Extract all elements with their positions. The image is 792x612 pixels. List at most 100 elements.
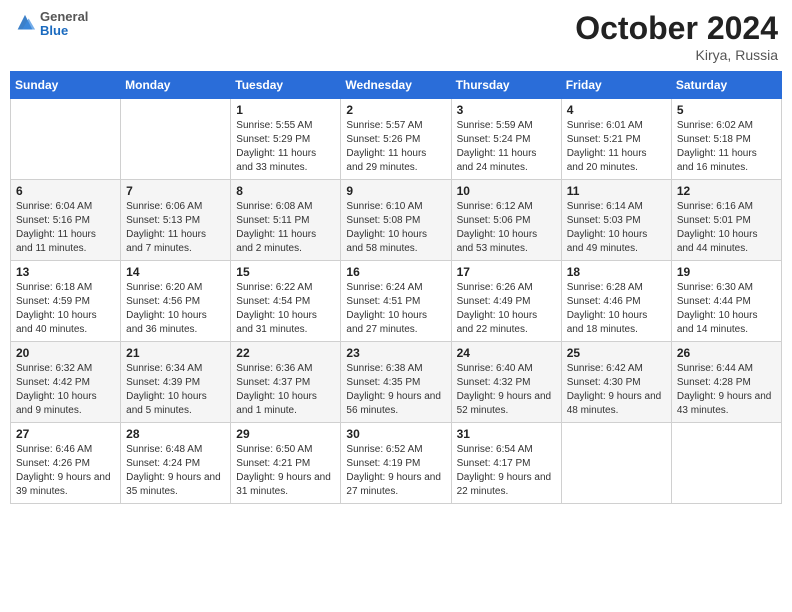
calendar-day-cell: 26Sunrise: 6:44 AM Sunset: 4:28 PM Dayli… — [671, 342, 781, 423]
calendar-day-cell: 27 Sunrise: 6:46 AM Sunset: 4:26 PM Dayli… — [11, 423, 121, 504]
day-info: Sunrise: 6:08 AM Sunset: 5:11 PM Dayligh… — [236, 200, 335, 256]
day-number: 29 — [236, 427, 335, 441]
calendar-day-cell: 9 Sunrise: 6:10 AM Sunset: 5:08 PM Daylig… — [341, 180, 451, 261]
weekday-header: Tuesday — [231, 72, 341, 99]
day-number: 19 — [677, 265, 776, 279]
day-info: Sunrise: 6:16 AM Sunset: 5:01 PM Dayligh… — [677, 200, 776, 256]
day-info: Sunrise: 6:14 AM Sunset: 5:03 PM Dayligh… — [567, 200, 666, 256]
calendar-day-cell: 15 Sunrise: 6:22 AM Sunset: 4:54 PM Dayli… — [231, 261, 341, 342]
calendar-day-cell — [11, 99, 121, 180]
day-info: Sunrise: 6:01 AM Sunset: 5:21 PM Dayligh… — [567, 119, 666, 175]
calendar-day-cell: 23 Sunrise: 6:38 AM Sunset: 4:35 PM Dayli… — [341, 342, 451, 423]
location: Kirya, Russia — [575, 47, 778, 63]
calendar-day-cell: 12 Sunrise: 6:16 AM Sunset: 5:01 PM Dayli… — [671, 180, 781, 261]
day-info: Sunrise: 6:38 AM Sunset: 4:35 PM Dayligh… — [346, 362, 445, 418]
day-info: Sunrise: 6:46 AM Sunset: 4:26 PM Dayligh… — [16, 443, 115, 499]
day-number: 25 — [567, 346, 666, 360]
calendar-day-cell: 14Sunrise: 6:20 AM Sunset: 4:56 PM Dayli… — [121, 261, 231, 342]
day-info: Sunrise: 6:32 AM Sunset: 4:42 PM Dayligh… — [16, 362, 115, 418]
calendar-week-row: 1Sunrise: 5:55 AM Sunset: 5:29 PM Daylig… — [11, 99, 782, 180]
calendar-day-cell: 11 Sunrise: 6:14 AM Sunset: 5:03 PM Dayli… — [561, 180, 671, 261]
calendar-day-cell: 1Sunrise: 5:55 AM Sunset: 5:29 PM Daylig… — [231, 99, 341, 180]
day-info: Sunrise: 6:34 AM Sunset: 4:39 PM Dayligh… — [126, 362, 225, 418]
day-number: 20 — [16, 346, 115, 360]
day-info: Sunrise: 6:10 AM Sunset: 5:08 PM Dayligh… — [346, 200, 445, 256]
day-number: 28 — [126, 427, 225, 441]
weekday-header: Thursday — [451, 72, 561, 99]
day-number: 27 — [16, 427, 115, 441]
day-info: Sunrise: 6:36 AM Sunset: 4:37 PM Dayligh… — [236, 362, 335, 418]
calendar-day-cell: 10Sunrise: 6:12 AM Sunset: 5:06 PM Dayli… — [451, 180, 561, 261]
calendar-day-cell: 18 Sunrise: 6:28 AM Sunset: 4:46 PM Dayli… — [561, 261, 671, 342]
day-info: Sunrise: 5:59 AM Sunset: 5:24 PM Dayligh… — [457, 119, 556, 175]
weekday-header: Monday — [121, 72, 231, 99]
logo-text: General Blue — [40, 10, 88, 39]
day-number: 17 — [457, 265, 556, 279]
day-number: 7 — [126, 184, 225, 198]
day-info: Sunrise: 5:55 AM Sunset: 5:29 PM Dayligh… — [236, 119, 335, 175]
calendar-day-cell: 13 Sunrise: 6:18 AM Sunset: 4:59 PM Dayli… — [11, 261, 121, 342]
calendar-day-cell: 17 Sunrise: 6:26 AM Sunset: 4:49 PM Dayli… — [451, 261, 561, 342]
day-info: Sunrise: 6:30 AM Sunset: 4:44 PM Dayligh… — [677, 281, 776, 337]
calendar-day-cell: 7 Sunrise: 6:06 AM Sunset: 5:13 PM Daylig… — [121, 180, 231, 261]
day-info: Sunrise: 6:42 AM Sunset: 4:30 PM Dayligh… — [567, 362, 666, 418]
calendar-header-row: SundayMondayTuesdayWednesdayThursdayFrid… — [11, 72, 782, 99]
day-number: 24 — [457, 346, 556, 360]
calendar-day-cell — [561, 423, 671, 504]
day-info: Sunrise: 6:02 AM Sunset: 5:18 PM Dayligh… — [677, 119, 776, 175]
day-number: 23 — [346, 346, 445, 360]
calendar-day-cell: 19 Sunrise: 6:30 AM Sunset: 4:44 PM Dayli… — [671, 261, 781, 342]
calendar-day-cell: 21 Sunrise: 6:34 AM Sunset: 4:39 PM Dayli… — [121, 342, 231, 423]
calendar-week-row: 6Sunrise: 6:04 AM Sunset: 5:16 PM Daylig… — [11, 180, 782, 261]
day-info: Sunrise: 6:50 AM Sunset: 4:21 PM Dayligh… — [236, 443, 335, 499]
day-info: Sunrise: 6:54 AM Sunset: 4:17 PM Dayligh… — [457, 443, 556, 499]
day-info: Sunrise: 6:26 AM Sunset: 4:49 PM Dayligh… — [457, 281, 556, 337]
weekday-header: Friday — [561, 72, 671, 99]
day-number: 3 — [457, 103, 556, 117]
calendar-day-cell: 28Sunrise: 6:48 AM Sunset: 4:24 PM Dayli… — [121, 423, 231, 504]
day-number: 15 — [236, 265, 335, 279]
calendar-day-cell: 24Sunrise: 6:40 AM Sunset: 4:32 PM Dayli… — [451, 342, 561, 423]
calendar-day-cell: 8Sunrise: 6:08 AM Sunset: 5:11 PM Daylig… — [231, 180, 341, 261]
day-number: 12 — [677, 184, 776, 198]
day-info: Sunrise: 6:18 AM Sunset: 4:59 PM Dayligh… — [16, 281, 115, 337]
calendar-day-cell: 30 Sunrise: 6:52 AM Sunset: 4:19 PM Dayli… — [341, 423, 451, 504]
day-number: 22 — [236, 346, 335, 360]
calendar-day-cell: 5 Sunrise: 6:02 AM Sunset: 5:18 PM Daylig… — [671, 99, 781, 180]
day-number: 14 — [126, 265, 225, 279]
calendar-day-cell: 2 Sunrise: 5:57 AM Sunset: 5:26 PM Daylig… — [341, 99, 451, 180]
day-info: Sunrise: 6:44 AM Sunset: 4:28 PM Dayligh… — [677, 362, 776, 418]
day-number: 6 — [16, 184, 115, 198]
calendar-day-cell — [121, 99, 231, 180]
day-number: 11 — [567, 184, 666, 198]
day-number: 10 — [457, 184, 556, 198]
logo-icon — [14, 13, 36, 35]
day-number: 5 — [677, 103, 776, 117]
day-info: Sunrise: 6:06 AM Sunset: 5:13 PM Dayligh… — [126, 200, 225, 256]
day-number: 18 — [567, 265, 666, 279]
title-block: October 2024 Kirya, Russia — [575, 10, 778, 63]
month-title: October 2024 — [575, 10, 778, 47]
day-number: 21 — [126, 346, 225, 360]
calendar-day-cell: 20 Sunrise: 6:32 AM Sunset: 4:42 PM Dayli… — [11, 342, 121, 423]
calendar-day-cell: 6Sunrise: 6:04 AM Sunset: 5:16 PM Daylig… — [11, 180, 121, 261]
calendar-day-cell: 22 Sunrise: 6:36 AM Sunset: 4:37 PM Dayli… — [231, 342, 341, 423]
logo-blue: Blue — [40, 24, 88, 38]
day-number: 13 — [16, 265, 115, 279]
day-info: Sunrise: 6:22 AM Sunset: 4:54 PM Dayligh… — [236, 281, 335, 337]
page-header: General Blue October 2024 Kirya, Russia — [10, 10, 782, 63]
day-number: 9 — [346, 184, 445, 198]
weekday-header: Wednesday — [341, 72, 451, 99]
day-info: Sunrise: 5:57 AM Sunset: 5:26 PM Dayligh… — [346, 119, 445, 175]
calendar-day-cell: 4Sunrise: 6:01 AM Sunset: 5:21 PM Daylig… — [561, 99, 671, 180]
day-info: Sunrise: 6:28 AM Sunset: 4:46 PM Dayligh… — [567, 281, 666, 337]
calendar-day-cell: 31 Sunrise: 6:54 AM Sunset: 4:17 PM Dayli… — [451, 423, 561, 504]
calendar-week-row: 13 Sunrise: 6:18 AM Sunset: 4:59 PM Dayli… — [11, 261, 782, 342]
day-info: Sunrise: 6:52 AM Sunset: 4:19 PM Dayligh… — [346, 443, 445, 499]
day-number: 30 — [346, 427, 445, 441]
calendar-body: 1Sunrise: 5:55 AM Sunset: 5:29 PM Daylig… — [11, 99, 782, 504]
weekday-header: Saturday — [671, 72, 781, 99]
day-number: 31 — [457, 427, 556, 441]
day-info: Sunrise: 6:24 AM Sunset: 4:51 PM Dayligh… — [346, 281, 445, 337]
day-number: 2 — [346, 103, 445, 117]
